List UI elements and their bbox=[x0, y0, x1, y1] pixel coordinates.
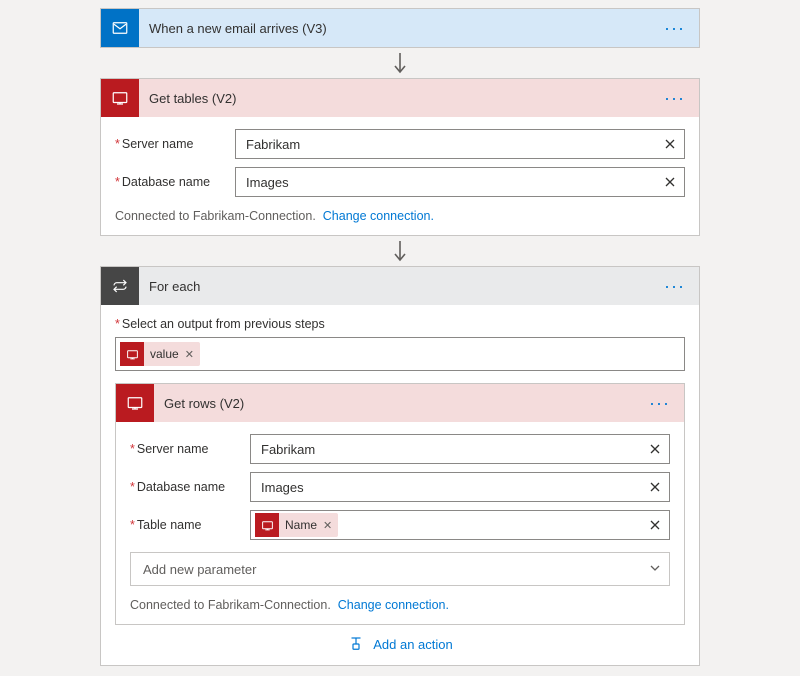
add-action-button[interactable]: Add an action bbox=[115, 625, 685, 657]
rows-server-value: Fabrikam bbox=[261, 442, 645, 457]
trigger-card[interactable]: When a new email arrives (V3) ··· bbox=[100, 8, 700, 48]
foreach-output-input[interactable]: value ✕ bbox=[115, 337, 685, 371]
database-name-label: *Database name bbox=[115, 175, 235, 189]
clear-icon[interactable] bbox=[645, 439, 665, 459]
sql-icon bbox=[101, 79, 139, 117]
rows-db-value: Images bbox=[261, 480, 645, 495]
get-rows-title: Get rows (V2) bbox=[154, 396, 643, 411]
sql-icon bbox=[255, 513, 279, 537]
clear-icon[interactable] bbox=[645, 515, 665, 535]
foreach-title: For each bbox=[139, 279, 658, 294]
change-connection-link[interactable]: Change connection. bbox=[338, 598, 449, 612]
server-name-input[interactable]: Fabrikam bbox=[235, 129, 685, 159]
outlook-icon bbox=[101, 9, 139, 47]
connection-info: Connected to Fabrikam-Connection. Change… bbox=[115, 205, 685, 223]
get-rows-card: Get rows (V2) ··· *Server name Fabrikam bbox=[115, 383, 685, 625]
connector-arrow-1 bbox=[100, 48, 700, 78]
database-name-value: Images bbox=[246, 175, 660, 190]
get-tables-header[interactable]: Get tables (V2) ··· bbox=[101, 79, 699, 117]
rows-server-row: *Server name Fabrikam bbox=[130, 434, 670, 464]
value-token-label: value bbox=[144, 347, 185, 361]
rows-server-input[interactable]: Fabrikam bbox=[250, 434, 670, 464]
foreach-select-label: *Select an output from previous steps bbox=[115, 317, 685, 331]
rows-db-label: *Database name bbox=[130, 480, 250, 494]
clear-icon[interactable] bbox=[645, 477, 665, 497]
sql-icon bbox=[116, 384, 154, 422]
add-parameter-label: Add new parameter bbox=[143, 562, 256, 577]
server-name-row: *Server name Fabrikam bbox=[115, 129, 685, 159]
name-token-chip: Name ✕ bbox=[255, 513, 338, 537]
rows-table-row: *Table name Name ✕ bbox=[130, 510, 670, 540]
foreach-card: For each ··· *Select an output from prev… bbox=[100, 266, 700, 666]
remove-token-icon[interactable]: ✕ bbox=[323, 519, 338, 532]
database-name-row: *Database name Images bbox=[115, 167, 685, 197]
server-name-label: *Server name bbox=[115, 137, 235, 151]
loop-icon bbox=[101, 267, 139, 305]
rows-connection-info: Connected to Fabrikam-Connection. Change… bbox=[130, 594, 670, 612]
get-tables-menu-button[interactable]: ··· bbox=[658, 88, 691, 109]
sql-icon bbox=[120, 342, 144, 366]
get-tables-card: Get tables (V2) ··· *Server name Fabrika… bbox=[100, 78, 700, 236]
foreach-header[interactable]: For each ··· bbox=[101, 267, 699, 305]
trigger-menu-button[interactable]: ··· bbox=[658, 18, 691, 39]
get-rows-header[interactable]: Get rows (V2) ··· bbox=[116, 384, 684, 422]
remove-token-icon[interactable]: ✕ bbox=[185, 348, 200, 361]
trigger-title: When a new email arrives (V3) bbox=[139, 21, 658, 36]
rows-table-label: *Table name bbox=[130, 518, 250, 532]
add-action-label: Add an action bbox=[373, 637, 453, 652]
value-token-chip: value ✕ bbox=[120, 342, 200, 366]
add-parameter-dropdown[interactable]: Add new parameter bbox=[130, 552, 670, 586]
clear-icon[interactable] bbox=[660, 134, 680, 154]
rows-table-input[interactable]: Name ✕ bbox=[250, 510, 670, 540]
get-tables-title: Get tables (V2) bbox=[139, 91, 658, 106]
rows-server-label: *Server name bbox=[130, 442, 250, 456]
name-token-label: Name bbox=[279, 518, 323, 532]
change-connection-link[interactable]: Change connection. bbox=[323, 209, 434, 223]
foreach-menu-button[interactable]: ··· bbox=[658, 276, 691, 297]
connector-arrow-2 bbox=[100, 236, 700, 266]
clear-icon[interactable] bbox=[660, 172, 680, 192]
rows-db-input[interactable]: Images bbox=[250, 472, 670, 502]
chevron-down-icon bbox=[649, 562, 661, 577]
add-step-icon bbox=[347, 635, 365, 653]
database-name-input[interactable]: Images bbox=[235, 167, 685, 197]
rows-db-row: *Database name Images bbox=[130, 472, 670, 502]
get-rows-menu-button[interactable]: ··· bbox=[643, 393, 676, 414]
trigger-header[interactable]: When a new email arrives (V3) ··· bbox=[101, 9, 699, 47]
server-name-value: Fabrikam bbox=[246, 137, 660, 152]
